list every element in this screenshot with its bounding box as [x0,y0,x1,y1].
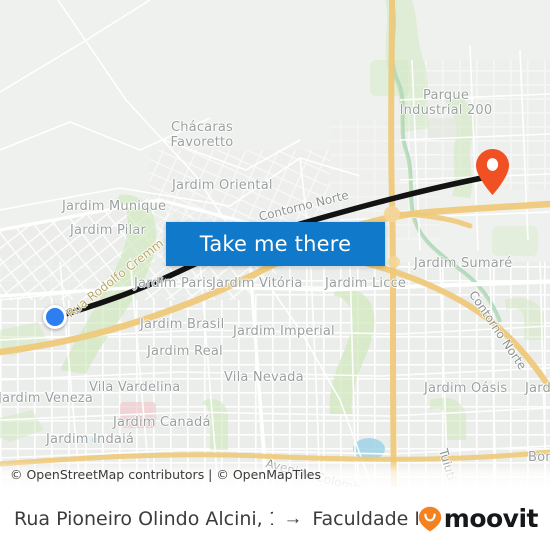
origin-marker[interactable] [43,305,67,329]
map-canvas[interactable]: Parque Industrial 200 Chácaras Favoretto… [0,0,550,487]
footer-destination-label: Faculdade In… [312,507,418,530]
footer-origin-label: Rua Pioneiro Olindo Alcini, 1987-2… [14,507,273,530]
take-me-there-button[interactable]: Take me there [166,222,385,266]
moovit-logo[interactable]: moovit [418,504,539,533]
moovit-wordmark: moovit [443,504,539,533]
map-pin-icon [476,149,509,195]
arrow-right-icon: → [283,507,303,529]
moovit-pin-icon [418,506,441,531]
destination-marker[interactable] [475,148,510,196]
attribution-text[interactable]: © OpenStreetMap contributors | © OpenMap… [10,467,321,482]
moovit-route-card: Parque Industrial 200 Chácaras Favoretto… [0,0,550,550]
route-summary-footer: Rua Pioneiro Olindo Alcini, 1987-2… → Fa… [0,487,550,550]
